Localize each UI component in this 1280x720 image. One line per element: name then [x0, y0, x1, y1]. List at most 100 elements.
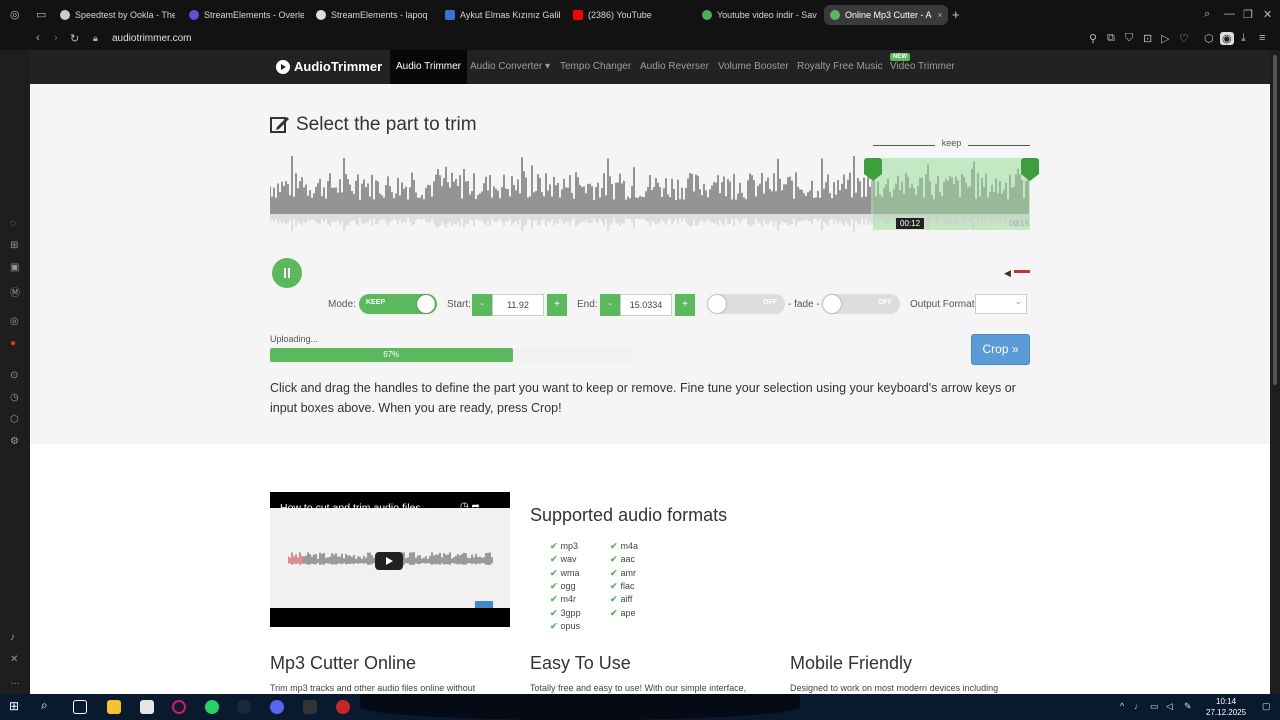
output-format-select[interactable]	[975, 294, 1027, 314]
check-icon: ✔	[610, 580, 618, 591]
minimize-icon[interactable]: —	[1224, 8, 1235, 20]
nav-royalty-free-music[interactable]: Royalty Free Music	[797, 50, 883, 84]
snapshot-icon[interactable]: ⧉	[1107, 32, 1115, 45]
tab-youtube[interactable]: (2386) YouTube	[573, 5, 688, 25]
sidebar-music-icon[interactable]: ●	[10, 338, 16, 349]
reload-icon[interactable]: ↻	[70, 32, 79, 45]
format-item-mp3: ✔ mp3	[550, 541, 578, 552]
caret-down-icon: ▾	[545, 61, 551, 72]
volume-slider[interactable]	[1014, 270, 1030, 273]
check-icon: ✔	[610, 607, 618, 618]
end-minus-button[interactable]: -	[600, 294, 620, 316]
clock[interactable]: 10:14 27.12.2025	[1206, 696, 1246, 718]
site-navbar: AudioTrimmer Audio Trimmer Audio Convert…	[30, 50, 1270, 84]
search-tabs-icon[interactable]: ⌕	[1204, 8, 1210, 21]
sidebar-image-icon[interactable]: ▣	[10, 262, 19, 273]
downloads-icon[interactable]: ⤓	[1241, 32, 1246, 45]
search-icon[interactable]: ⌕	[41, 698, 55, 712]
pin-icon[interactable]: ⚲	[1089, 32, 1097, 45]
start-minus-button[interactable]: -	[472, 294, 492, 316]
nav-volume-booster[interactable]: Volume Booster	[718, 50, 789, 84]
forward-icon[interactable]: ›	[54, 32, 58, 44]
bookmark-icon[interactable]: ⊡	[1143, 32, 1152, 45]
output-format-label: Output Format	[910, 299, 975, 310]
player-icon[interactable]: ▷	[1161, 32, 1169, 45]
tab-aykut-elmas[interactable]: Aykut Elmas Kızınız Galib	[445, 5, 560, 25]
sidebar-tiktok-icon[interactable]: ♪	[10, 632, 15, 643]
video-share-icon[interactable]: ◷ ➦	[460, 501, 480, 512]
volume-icon[interactable]: ◀	[1004, 268, 1011, 279]
tab-streamelements-overlay[interactable]: StreamElements - Overle	[189, 5, 304, 25]
tray-chevron-icon[interactable]: ^	[1120, 701, 1124, 711]
format-item-wav: ✔ wav	[550, 554, 577, 565]
url-field[interactable]: audiotrimmer.com	[112, 33, 191, 44]
extensions-icon[interactable]: ⬡	[1204, 32, 1214, 45]
sidebar-x-icon[interactable]: ✕	[10, 654, 18, 665]
sidebar-aria-icon[interactable]: ◌	[10, 218, 16, 229]
opera-gx-icon[interactable]	[172, 700, 186, 714]
tab-menu-icon[interactable]: ▭	[36, 8, 46, 21]
format-item-ogg: ✔ ogg	[550, 581, 576, 592]
discord-icon[interactable]	[270, 700, 284, 714]
close-window-icon[interactable]: ✕	[1263, 8, 1272, 21]
end-input[interactable]: 15.0334	[620, 294, 672, 316]
tray-pen-icon[interactable]: ✎	[1184, 701, 1192, 712]
opera-logo-icon[interactable]: ◎	[10, 8, 20, 21]
close-tab-icon[interactable]: ×	[938, 10, 943, 20]
tutorial-video[interactable]: How to cut and trim audio files ... ◷ ➦	[270, 492, 510, 627]
file-explorer-icon[interactable]	[107, 700, 121, 714]
sidebar-messenger-icon[interactable]: Ⓜ	[10, 284, 20, 299]
profile-icon[interactable]: ◉	[1220, 32, 1234, 45]
fade-in-toggle[interactable]: OFF	[707, 294, 785, 314]
end-plus-button[interactable]: +	[675, 294, 695, 316]
obs-icon[interactable]	[336, 700, 350, 714]
epic-games-icon[interactable]	[303, 700, 317, 714]
sidebar-settings-icon[interactable]: ⚙	[10, 436, 19, 447]
back-icon[interactable]: ‹	[36, 32, 40, 44]
play-icon[interactable]	[375, 552, 403, 570]
sidebar-history-icon[interactable]: ◷	[10, 392, 19, 403]
format-item-opus: ✔ opus	[550, 621, 580, 632]
check-icon: ✔	[610, 541, 618, 551]
scrollbar-thumb[interactable]	[1273, 55, 1277, 385]
notifications-icon[interactable]: ▢	[1262, 701, 1271, 712]
restore-icon[interactable]: ❐	[1243, 8, 1253, 21]
whatsapp-icon[interactable]	[205, 700, 219, 714]
nav-audio-converter[interactable]: Audio Converter ▾	[470, 50, 550, 84]
tab-youtube-video-indir[interactable]: Youtube video indir - Sav	[702, 5, 817, 25]
sidebar-player-icon[interactable]: ⊙	[10, 370, 18, 381]
tab-online-mp3-cutter[interactable]: Online Mp3 Cutter - A ×	[824, 5, 948, 25]
start-plus-button[interactable]: +	[547, 294, 567, 316]
nav-audio-trimmer[interactable]: Audio Trimmer	[390, 50, 468, 84]
tray-network-icon[interactable]: ▭	[1150, 701, 1159, 712]
sidebar-extensions-icon[interactable]: ⬡	[10, 414, 19, 425]
sidebar-vpn-icon[interactable]: ◎	[10, 316, 19, 327]
tray-mic-icon[interactable]: ♩	[1134, 701, 1143, 711]
steam-icon[interactable]	[237, 700, 251, 714]
tray-volume-icon[interactable]: ◁	[1166, 701, 1173, 712]
nav-tempo-changer[interactable]: Tempo Changer	[560, 50, 631, 84]
new-tab-icon[interactable]: +	[952, 7, 960, 22]
store-icon[interactable]	[140, 700, 154, 714]
sidebar-workspace-icon[interactable]: ⊞	[10, 240, 18, 251]
end-time-label: 00:15	[1009, 219, 1030, 228]
pause-button[interactable]	[272, 258, 302, 288]
site-logo[interactable]: AudioTrimmer	[276, 59, 382, 74]
sidebar-more-icon[interactable]: …	[10, 676, 20, 687]
menu-icon[interactable]: ≡	[1259, 32, 1265, 44]
start-input[interactable]: 11.92	[492, 294, 544, 316]
fade-out-toggle[interactable]: OFF	[822, 294, 900, 314]
windows-start-icon[interactable]: ⊞	[9, 699, 23, 713]
task-view-icon[interactable]	[73, 700, 87, 714]
crop-button[interactable]: Crop »	[971, 334, 1030, 365]
shield-icon[interactable]: ⛉	[1125, 32, 1133, 45]
heart-icon[interactable]: ♡	[1179, 32, 1189, 45]
browser-tab-bar: ◎ ▭ Speedtest by Ookla - The StreamEleme…	[0, 0, 1280, 30]
tab-streamelements-lapoq[interactable]: StreamElements - lapoq	[316, 5, 431, 25]
tab-speedtest[interactable]: Speedtest by Ookla - The	[60, 5, 175, 25]
page-scrollbar[interactable]	[1270, 50, 1280, 694]
nav-audio-reverser[interactable]: Audio Reverser	[640, 50, 709, 84]
mode-toggle[interactable]: KEEP	[359, 294, 437, 314]
audio-waveform[interactable]	[270, 156, 1030, 246]
wallpaper-art	[360, 694, 800, 720]
